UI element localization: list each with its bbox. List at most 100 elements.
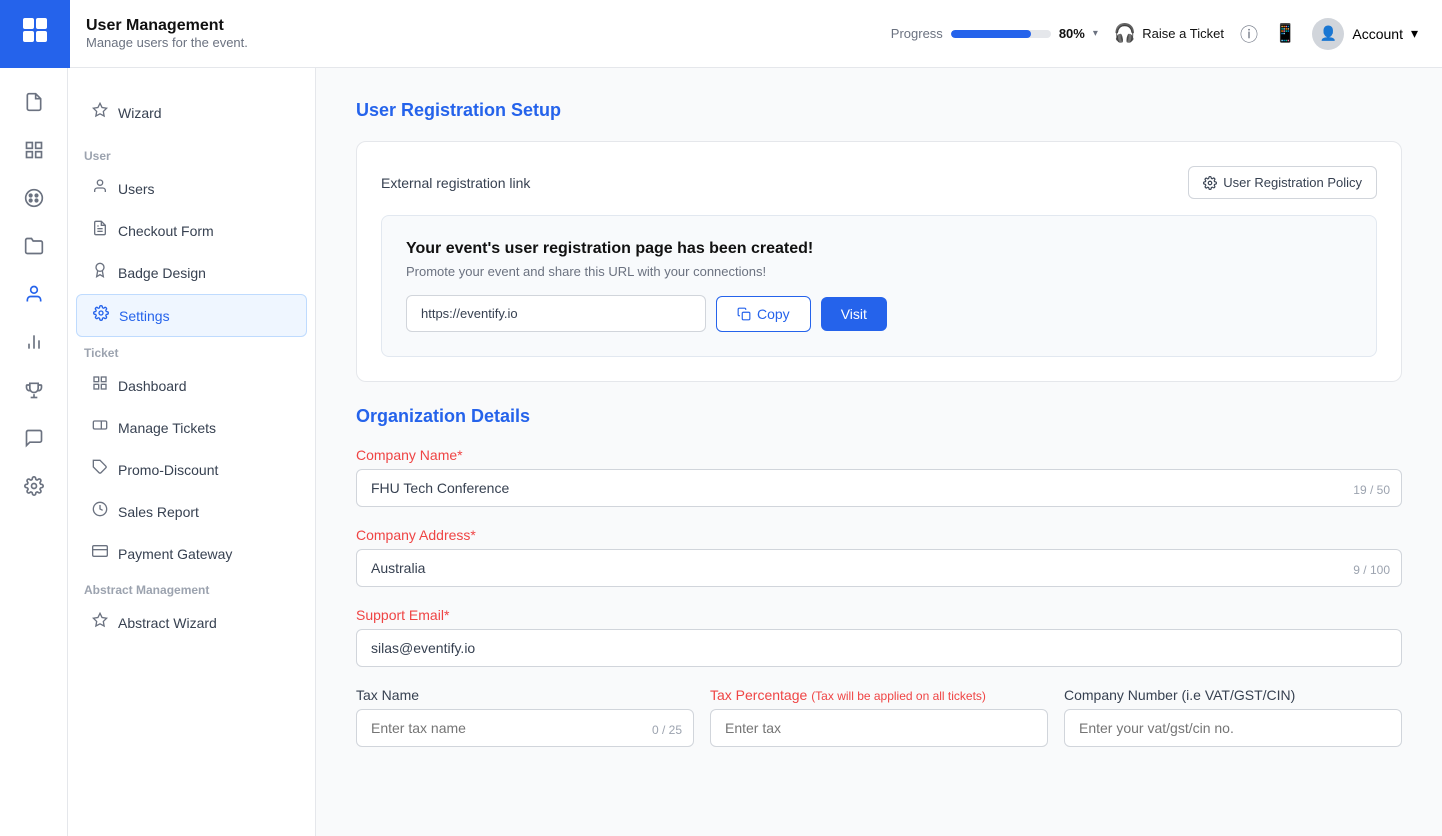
tax-name-wrap: 0 / 25: [356, 709, 694, 747]
progress-section: Progress 80% ▾: [891, 26, 1098, 41]
sidebar-item-promo-discount[interactable]: Promo-Discount: [76, 449, 307, 490]
sidebar-item-users[interactable]: Users: [76, 168, 307, 209]
company-name-wrap: 19 / 50: [356, 469, 1402, 507]
visit-label: Visit: [841, 306, 867, 322]
sidebar-icon-settings[interactable]: [12, 464, 56, 508]
account-label: Account: [1352, 26, 1403, 42]
abstract-wizard-icon: [92, 612, 108, 633]
copy-button[interactable]: Copy: [716, 296, 811, 332]
sidebar-item-wizard[interactable]: Wizard: [76, 92, 307, 133]
sidebar-icon-chart[interactable]: [12, 320, 56, 364]
manage-tickets-label: Manage Tickets: [118, 420, 216, 436]
settings-nav-icon: [93, 305, 109, 326]
raise-ticket-button[interactable]: 🎧 Raise a Ticket: [1114, 23, 1224, 44]
url-input[interactable]: [406, 295, 706, 332]
company-address-label: Company Address*: [356, 527, 1402, 543]
abstract-wizard-label: Abstract Wizard: [118, 615, 217, 631]
sidebar-item-dashboard[interactable]: Dashboard: [76, 365, 307, 406]
sidebar-icon-palette[interactable]: [12, 176, 56, 220]
company-name-input[interactable]: [356, 469, 1402, 507]
user-registration-policy-button[interactable]: User Registration Policy: [1188, 166, 1377, 199]
topbar: User Management Manage users for the eve…: [0, 0, 1442, 68]
progress-caret[interactable]: ▾: [1093, 28, 1098, 39]
avatar: 👤: [1312, 18, 1344, 50]
company-number-col: Company Number (i.e VAT/GST/CIN): [1064, 687, 1402, 747]
main-content: User Registration Setup External registr…: [316, 68, 1442, 836]
checkout-form-label: Checkout Form: [118, 223, 214, 239]
wizard-label: Wizard: [118, 105, 162, 121]
mobile-icon[interactable]: 📱: [1274, 23, 1296, 44]
registration-info-card: Your event's user registration page has …: [381, 215, 1377, 357]
sidebar-item-checkout-form[interactable]: Checkout Form: [76, 210, 307, 251]
visit-button[interactable]: Visit: [821, 297, 887, 331]
account-caret: ▾: [1411, 25, 1418, 42]
company-address-group: Company Address* 9 / 100: [356, 527, 1402, 587]
tax-name-count: 0 / 25: [652, 723, 682, 737]
sidebar-icon-file[interactable]: [12, 80, 56, 124]
ticket-section-label: Ticket: [68, 338, 315, 364]
dashboard-icon: [92, 375, 108, 396]
support-email-label: Support Email*: [356, 607, 1402, 623]
url-row: Copy Visit: [406, 295, 1352, 332]
sidebar-item-settings[interactable]: Settings: [76, 294, 307, 337]
badge-icon: [92, 262, 108, 283]
users-label: Users: [118, 181, 155, 197]
info-icon[interactable]: ⓘ: [1240, 21, 1258, 47]
sidebar-icon-chat[interactable]: [12, 416, 56, 460]
secondary-sidebar: Wizard User Users Checkout Form Badge De…: [68, 68, 316, 836]
sidebar-icon-grid[interactable]: [12, 128, 56, 172]
progress-label: Progress: [891, 26, 943, 41]
tax-percentage-label: Tax Percentage (Tax will be applied on a…: [710, 687, 1048, 703]
progress-fill: [951, 30, 1031, 38]
sales-report-label: Sales Report: [118, 504, 199, 520]
icon-sidebar: [0, 68, 68, 836]
tax-name-input[interactable]: [356, 709, 694, 747]
sidebar-icon-user[interactable]: [12, 272, 56, 316]
company-name-count: 19 / 50: [1353, 483, 1390, 497]
app-title: User Management: [86, 17, 891, 35]
org-details-section: Organization Details Company Name* 19 / …: [356, 406, 1402, 747]
company-number-label: Company Number (i.e VAT/GST/CIN): [1064, 687, 1402, 703]
registration-card-title: Your event's user registration page has …: [406, 240, 1352, 258]
tax-percentage-col: Tax Percentage (Tax will be applied on a…: [710, 687, 1048, 747]
sidebar-item-payment-gateway[interactable]: Payment Gateway: [76, 533, 307, 574]
org-section-title: Organization Details: [356, 406, 1402, 427]
tax-row: Tax Name 0 / 25 Tax Percentage (Tax will…: [356, 687, 1402, 747]
sidebar-item-sales-report[interactable]: Sales Report: [76, 491, 307, 532]
tax-name-col: Tax Name 0 / 25: [356, 687, 694, 747]
user-section-label: User: [68, 141, 315, 167]
sidebar-item-manage-tickets[interactable]: Manage Tickets: [76, 407, 307, 448]
sidebar-icon-folder[interactable]: [12, 224, 56, 268]
promo-label: Promo-Discount: [118, 462, 218, 478]
external-link-label: External registration link: [381, 175, 530, 191]
tax-name-label: Tax Name: [356, 687, 694, 703]
sidebar-icon-trophy[interactable]: [12, 368, 56, 412]
tax-percentage-input[interactable]: [710, 709, 1048, 747]
gear-small-icon: [1203, 176, 1217, 190]
sidebar-item-abstract-wizard[interactable]: Abstract Wizard: [76, 602, 307, 643]
account-button[interactable]: 👤 Account ▾: [1312, 18, 1418, 50]
company-address-input[interactable]: [356, 549, 1402, 587]
dashboard-label: Dashboard: [118, 378, 187, 394]
support-email-input[interactable]: [356, 629, 1402, 667]
headphones-icon: 🎧: [1114, 23, 1136, 44]
registration-link-card: External registration link User Registra…: [356, 141, 1402, 382]
progress-bar: [951, 30, 1051, 38]
company-number-input[interactable]: [1064, 709, 1402, 747]
raise-ticket-label: Raise a Ticket: [1142, 26, 1224, 41]
app-subtitle: Manage users for the event.: [86, 35, 891, 50]
checkout-form-icon: [92, 220, 108, 241]
badge-design-label: Badge Design: [118, 265, 206, 281]
abstract-section-label: Abstract Management: [68, 575, 315, 601]
users-icon: [92, 178, 108, 199]
copy-label: Copy: [757, 306, 790, 322]
payment-gateway-icon: [92, 543, 108, 564]
company-name-label: Company Name*: [356, 447, 1402, 463]
tickets-icon: [92, 417, 108, 438]
logo[interactable]: [0, 0, 70, 68]
sidebar-item-badge-design[interactable]: Badge Design: [76, 252, 307, 293]
policy-btn-label: User Registration Policy: [1223, 175, 1362, 190]
promo-icon: [92, 459, 108, 480]
card-header-row: External registration link User Registra…: [381, 166, 1377, 199]
company-address-count: 9 / 100: [1353, 563, 1390, 577]
